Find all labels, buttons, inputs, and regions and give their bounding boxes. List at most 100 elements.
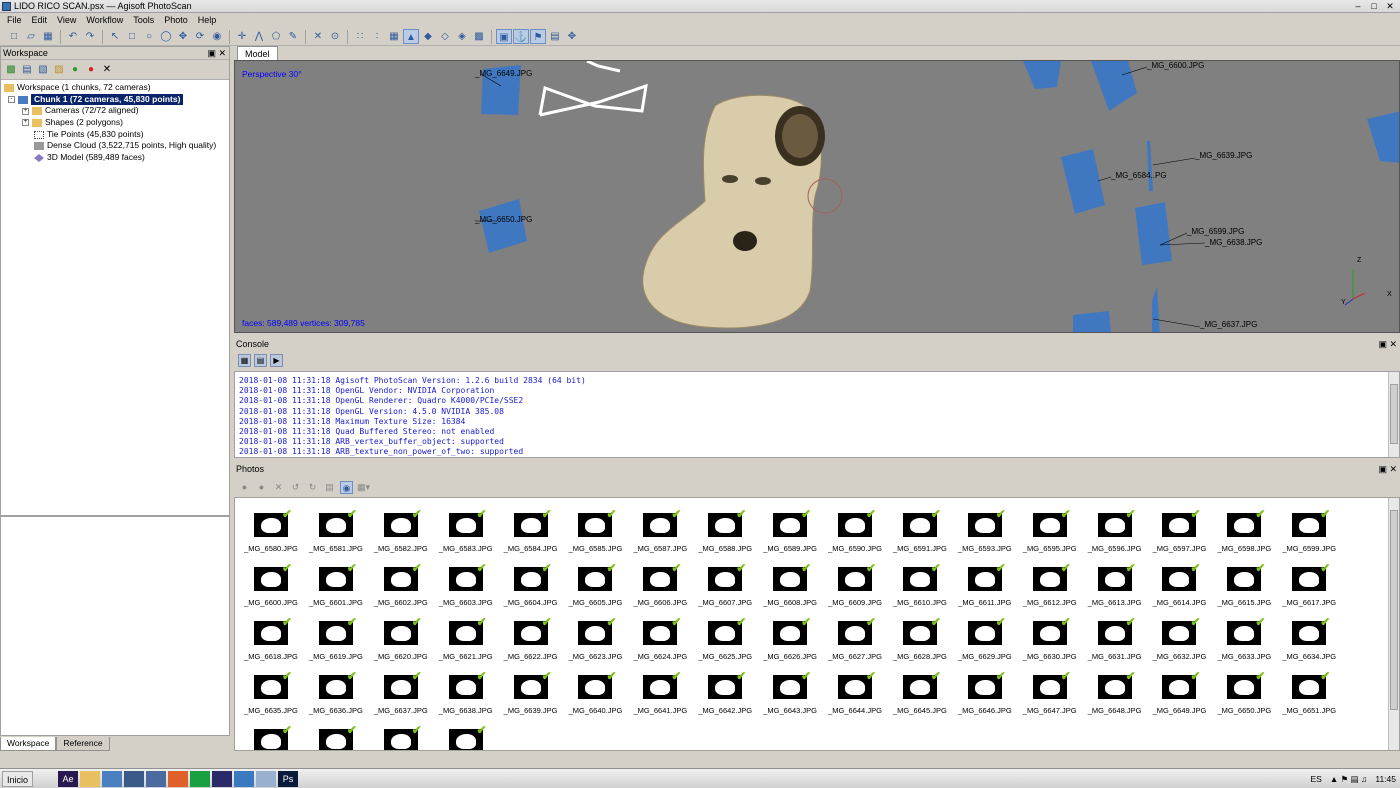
tree-shapes[interactable]: + Shapes (2 polygons) [4, 117, 226, 129]
camera-label[interactable]: _MG_6599.JPG [1187, 227, 1244, 236]
textured-icon[interactable]: ▲ [403, 29, 419, 44]
photo-thumbnail[interactable]: ✔ _MG_6591.JPG [890, 508, 955, 562]
photo-thumbnail[interactable]: ✔ _MG_6588.JPG [695, 508, 760, 562]
chrome-icon[interactable] [102, 771, 122, 787]
scroll-thumb[interactable] [1390, 510, 1398, 710]
polygon-icon[interactable]: ⬠ [268, 29, 284, 44]
photo-thumbnail[interactable]: ✔ _MG_6611.JPG [955, 562, 1020, 616]
photo-thumbnail[interactable]: ✔ [306, 724, 371, 750]
photo-thumbnail[interactable]: ✔ _MG_6648.JPG [1085, 670, 1150, 724]
camera-label[interactable]: _MG_6650.JPG [475, 215, 532, 224]
point-icon[interactable]: ✛ [234, 29, 250, 44]
save-log-icon[interactable]: ▦ [238, 354, 251, 367]
language-indicator[interactable]: ES [1310, 772, 1321, 786]
tab-workspace[interactable]: Workspace [0, 737, 57, 751]
tree-cameras[interactable]: + Cameras (72/72 aligned) [4, 105, 226, 117]
photo-thumbnail[interactable]: ✔ _MG_6622.JPG [501, 616, 566, 670]
photo-thumbnail[interactable]: ✔ _MG_6617.JPG [1279, 562, 1344, 616]
spotify-icon[interactable] [190, 771, 210, 787]
camera-label[interactable]: _MG_6638.JPG [1205, 238, 1262, 247]
add-chunk-icon[interactable]: ▩ [4, 63, 18, 77]
photo-thumbnail[interactable]: ✔ _MG_6635.JPG [241, 670, 306, 724]
photo-thumbnail[interactable]: ✔ _MG_6598.JPG [1214, 508, 1279, 562]
new-icon[interactable]: □ [6, 29, 22, 44]
photo-thumbnail[interactable]: ✔ _MG_6630.JPG [1020, 616, 1085, 670]
circle-select-icon[interactable]: ○ [141, 29, 157, 44]
explorer-icon[interactable] [80, 771, 100, 787]
show-trackball-icon[interactable]: ✥ [564, 29, 580, 44]
remove-camera-icon[interactable]: ✕ [272, 481, 285, 494]
photo-thumbnail[interactable]: ✔ _MG_6599.JPG [1279, 508, 1344, 562]
free-select-icon[interactable]: ◯ [158, 29, 174, 44]
photo-thumbnail[interactable]: ✔ _MG_6641.JPG [630, 670, 695, 724]
photo-thumbnail[interactable]: ✔ _MG_6595.JPG [1020, 508, 1085, 562]
photo-thumbnail[interactable]: ✔ _MG_6633.JPG [1214, 616, 1279, 670]
photo-thumbnail[interactable]: ✔ _MG_6642.JPG [695, 670, 760, 724]
tree-dense-cloud[interactable]: Dense Cloud (3,522,715 points, High qual… [4, 140, 226, 152]
dense-cloud-icon[interactable]: ∶ [369, 29, 385, 44]
photo-thumbnail[interactable]: ✔ _MG_6585.JPG [565, 508, 630, 562]
show-shapes-icon[interactable]: ⚑ [530, 29, 546, 44]
photo-thumbnail[interactable]: ✔ _MG_6590.JPG [825, 508, 890, 562]
photo-thumbnail[interactable]: ✔ _MG_6581.JPG [306, 508, 371, 562]
delete-icon[interactable]: ✕ [310, 29, 326, 44]
photo-thumbnail[interactable]: ✔ _MG_6638.JPG [436, 670, 501, 724]
photo-thumbnail[interactable]: ✔ [241, 724, 306, 750]
photo-thumbnail[interactable]: ✔ _MG_6583.JPG [436, 508, 501, 562]
solid-icon[interactable]: ◆ [420, 29, 436, 44]
app-icon[interactable] [146, 771, 166, 787]
tab-reference[interactable]: Reference [56, 737, 110, 751]
app-icon[interactable] [124, 771, 144, 787]
photo-thumbnail[interactable]: ✔ _MG_6603.JPG [436, 562, 501, 616]
photo-thumbnail[interactable]: ✔ _MG_6632.JPG [1149, 616, 1214, 670]
close-icon[interactable]: ✕ [1382, 0, 1398, 12]
remove-icon[interactable]: ✕ [100, 63, 114, 77]
photo-thumbnail[interactable]: ✔ _MG_6647.JPG [1020, 670, 1085, 724]
photo-thumbnail[interactable]: ✔ _MG_6624.JPG [630, 616, 695, 670]
photo-thumbnail[interactable]: ✔ _MG_6596.JPG [1085, 508, 1150, 562]
photo-thumbnail[interactable]: ✔ _MG_6593.JPG [955, 508, 1020, 562]
photo-thumbnail[interactable]: ✔ _MG_6612.JPG [1020, 562, 1085, 616]
tab-model[interactable]: Model [237, 46, 278, 60]
photo-thumbnail[interactable]: ✔ _MG_6619.JPG [306, 616, 371, 670]
photo-thumbnail[interactable]: ✔ _MG_6650.JPG [1214, 670, 1279, 724]
crop-icon[interactable]: ⊙ [327, 29, 343, 44]
point-cloud-icon[interactable]: ∷ [352, 29, 368, 44]
model-viewport[interactable]: Perspective 30° faces: 589,489 vertices:… [234, 60, 1400, 333]
photo-thumbnail[interactable]: ✔ _MG_6627.JPG [825, 616, 890, 670]
photo-thumbnail[interactable]: ✔ _MG_6602.JPG [371, 562, 436, 616]
tree-tie-points[interactable]: Tie Points (45,830 points) [4, 129, 226, 141]
polyline-icon[interactable]: ⋀ [251, 29, 267, 44]
photo-thumbnail[interactable]: ✔ _MG_6589.JPG [760, 508, 825, 562]
photo-thumbnail[interactable]: ✔ _MG_6621.JPG [436, 616, 501, 670]
photo-thumbnail[interactable]: ✔ _MG_6608.JPG [760, 562, 825, 616]
tree-3d-model[interactable]: 3D Model (589,489 faces) [4, 152, 226, 164]
photo-thumbnail[interactable]: ✔ _MG_6580.JPG [241, 508, 306, 562]
shaded-icon[interactable]: ▦ [386, 29, 402, 44]
menu-tools[interactable]: Tools [128, 13, 159, 27]
tiled-icon[interactable]: ◈ [454, 29, 470, 44]
tray-icons[interactable]: ▲ ⚑ ▤ ♫ [1330, 772, 1368, 786]
open-icon[interactable]: ▱ [23, 29, 39, 44]
filter-by-point-icon[interactable]: ◉ [340, 480, 353, 494]
photo-thumbnail[interactable]: ✔ [436, 724, 501, 750]
minimize-icon[interactable]: – [1350, 0, 1366, 12]
photo-thumbnail[interactable]: ✔ _MG_6643.JPG [760, 670, 825, 724]
menu-photo[interactable]: Photo [159, 13, 193, 27]
photo-thumbnail[interactable]: ✔ _MG_6597.JPG [1149, 508, 1214, 562]
enable-icon[interactable]: ● [68, 63, 82, 77]
tree-chunk[interactable]: - Chunk 1 (72 cameras, 45,830 points) [4, 93, 226, 106]
reset-filter-icon[interactable]: ▤ [323, 481, 336, 494]
photo-thumbnail[interactable]: ✔ _MG_6626.JPG [760, 616, 825, 670]
photo-thumbnail[interactable]: ✔ _MG_6651.JPG [1279, 670, 1344, 724]
pane-float-close-icon[interactable]: ▣ ✕ [1378, 338, 1397, 351]
photo-thumbnail[interactable]: ✔ _MG_6600.JPG [241, 562, 306, 616]
show-cameras-icon[interactable]: ▣ [496, 29, 512, 44]
rect-select-icon[interactable]: □ [124, 29, 140, 44]
photo-thumbnail[interactable]: ✔ _MG_6623.JPG [565, 616, 630, 670]
camera-label[interactable]: _MG_6584..PG [1111, 171, 1167, 180]
scale-object-icon[interactable]: ◉ [209, 29, 225, 44]
camera-label[interactable]: _MG_6600.JPG [1147, 61, 1204, 70]
photo-thumbnail[interactable]: ✔ _MG_6582.JPG [371, 508, 436, 562]
photo-thumbnail[interactable]: ✔ _MG_6628.JPG [890, 616, 955, 670]
